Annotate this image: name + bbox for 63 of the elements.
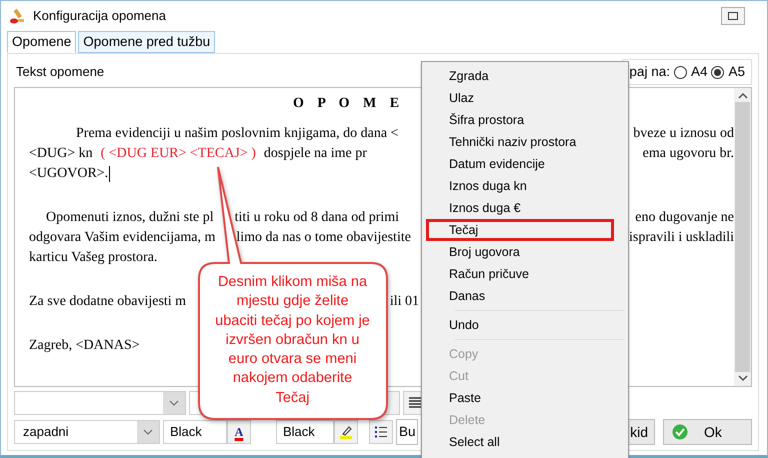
- marker-icon: [338, 424, 354, 440]
- radio-button[interactable]: [674, 66, 687, 78]
- document-text: Zagreb, <DANAS>: [29, 337, 140, 355]
- document-text: <DUG> kn: [29, 145, 93, 163]
- chevron-down-icon: [143, 429, 153, 435]
- document-text: Prema evidenciji u našim poslovnim knjigama, do dana <: [76, 125, 398, 143]
- menu-item[interactable]: Zgrada: [426, 65, 614, 87]
- document-text: Za sve dodatne obavijesti m: [29, 293, 186, 311]
- menu-item[interactable]: Šifra prostora: [426, 109, 614, 131]
- menu-item[interactable]: Tečaj: [426, 219, 614, 241]
- document-text: karticu Vašeg prostora.: [29, 249, 158, 267]
- document-text: limo da nas o tome obavijestite: [236, 229, 411, 247]
- placeholder-text: ( <DUG EUR> <TECAJ> ): [100, 145, 256, 163]
- ok-button[interactable]: Ok: [663, 419, 752, 445]
- document-text: ispravili i uskladili: [629, 229, 734, 247]
- document-text: ema ugovoru br.: [642, 145, 734, 163]
- restore-button[interactable]: [721, 7, 745, 25]
- radio-button[interactable]: [711, 66, 724, 78]
- menu-item[interactable]: Paste: [426, 387, 614, 409]
- align-justify-icon: [408, 397, 422, 409]
- menu-item[interactable]: Select all: [426, 431, 614, 453]
- tab[interactable]: Opomene: [7, 31, 76, 53]
- radio-label: A5: [728, 62, 745, 81]
- bullet-list-icon: [374, 426, 388, 438]
- menu-item[interactable]: Datum evidencije: [426, 153, 614, 175]
- font-color-button[interactable]: A: [227, 420, 251, 444]
- window-icon: [728, 12, 738, 20]
- encoding-combo[interactable]: zapadni: [14, 420, 160, 444]
- app-icon: [9, 7, 27, 25]
- editor-label: Tekst opomene: [16, 63, 104, 82]
- document-text: odgovara Vašim evidencijama, m: [29, 229, 216, 247]
- menu-item[interactable]: Račun pričuve: [426, 263, 614, 285]
- menu-item[interactable]: Iznos duga kn: [426, 175, 614, 197]
- document-text: dospjele na ime pr: [264, 145, 367, 163]
- menu-item[interactable]: Iznos duga €: [426, 197, 614, 219]
- menu-item[interactable]: Tehnički naziv prostora: [426, 131, 614, 153]
- tab[interactable]: Opomene pred tužbu: [78, 31, 216, 53]
- document-title: O P O M E: [293, 96, 404, 111]
- scroll-up-icon[interactable]: [738, 92, 748, 100]
- font-color-field[interactable]: Black: [163, 420, 227, 444]
- document-text: titi u roku od 8 dana od primi: [234, 209, 400, 227]
- menu-item[interactable]: Danas: [426, 285, 614, 307]
- scroll-down-icon[interactable]: [738, 374, 748, 382]
- check-icon: [672, 424, 688, 440]
- document-text: Opomenuti iznos, dužni ste pl: [46, 209, 214, 227]
- bullet-list-button[interactable]: [369, 420, 393, 444]
- combo-value: zapadni: [23, 423, 69, 442]
- radio-label: A4: [690, 62, 708, 81]
- document-text: bveze u iznosu od: [633, 125, 734, 143]
- document-text: eno dugovanje ne: [635, 209, 734, 227]
- partial-button[interactable]: Bu: [396, 419, 418, 445]
- menu-item[interactable]: Ulaz: [426, 87, 614, 109]
- highlight-color-field[interactable]: Black: [276, 420, 334, 444]
- scrollbar[interactable]: [734, 88, 751, 386]
- document-text: ili 01: [390, 293, 419, 311]
- tooltip-text: Desnim klikom miša na mjestu gdje želite ubaciti tečaj po kojem je izvršen obračun kn u euro otvara se meni nakojem odaberite Tečaj: [215, 273, 370, 408]
- menu-item[interactable]: Broj ugovora: [426, 241, 614, 263]
- menu-item[interactable]: Undo: [426, 314, 614, 336]
- format-label: paj na:: [629, 62, 670, 81]
- highlight-button[interactable]: [334, 420, 358, 444]
- document-text: <UGOVOR>.: [29, 165, 108, 183]
- chevron-down-icon: [169, 400, 179, 406]
- window-title: Konfiguracija opomena: [33, 7, 166, 26]
